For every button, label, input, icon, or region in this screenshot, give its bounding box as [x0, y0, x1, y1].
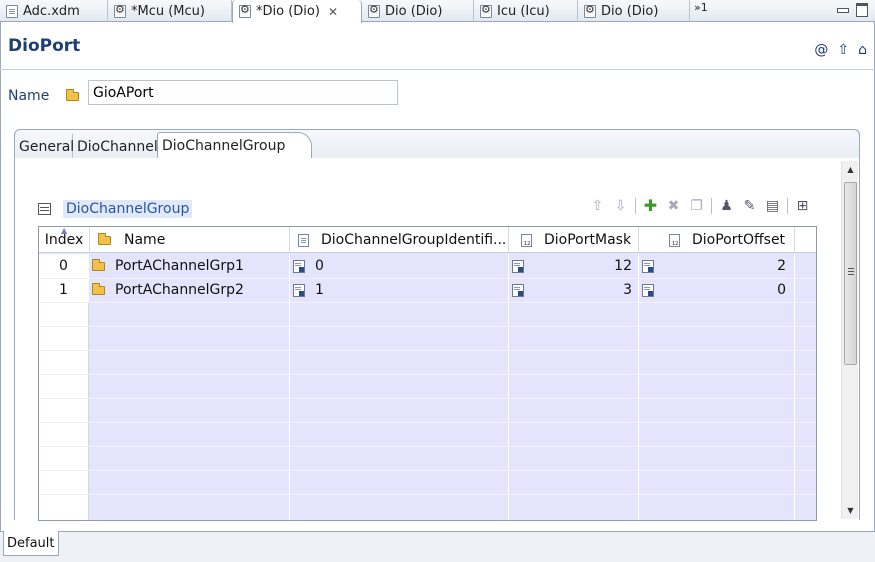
folder-icon: [66, 89, 79, 101]
config-icon: [480, 3, 492, 18]
row-portmask-cell[interactable]: 12: [509, 254, 639, 278]
page-title: DioPort: [8, 36, 81, 56]
close-icon[interactable]: ✕: [328, 5, 338, 19]
maximize-icon[interactable]: [855, 2, 869, 17]
table-row[interactable]: 0 PortAChannelGrp1 0 12 2: [39, 254, 816, 278]
folder-icon: [92, 258, 105, 271]
table-icon: [38, 203, 51, 215]
editor-window: Adc.xdm *Mcu (Mcu) *Dio (Dio) ✕ Dio (Dio…: [0, 0, 875, 562]
tab-label: *Mcu (Mcu): [131, 3, 205, 19]
row-name-cell[interactable]: PortAChannelGrp2: [90, 278, 290, 302]
tab-overflow-button[interactable]: »1: [694, 1, 708, 14]
user-icon[interactable]: ♟: [718, 197, 735, 214]
number-icon: [521, 233, 532, 247]
properties-icon[interactable]: ▤: [764, 197, 781, 214]
reference-icon: [512, 283, 524, 297]
row-index: 0: [39, 254, 89, 278]
tab-adc-xdm[interactable]: Adc.xdm: [0, 0, 108, 22]
arrow-up-icon[interactable]: ⇧: [837, 42, 849, 58]
row-identifier-cell[interactable]: 1: [290, 278, 509, 302]
bottom-tab-bar: [0, 531, 875, 562]
column-header-identifier[interactable]: DioChannelGroupIdentifi...: [290, 227, 509, 253]
tab-label: Adc.xdm: [23, 3, 80, 19]
tab-diochannel[interactable]: DioChannel: [73, 134, 158, 159]
sort-arrow-icon: ▲: [61, 227, 68, 235]
section-title[interactable]: DioChannelGroup: [63, 200, 193, 218]
table-toolbar: ⇧ ⇩ ✚ ✖ ❐ ♟ ✎ ▤ ⊞: [589, 196, 811, 215]
row-index: 1: [39, 278, 89, 302]
config-icon: [584, 3, 596, 18]
tab-label: Dio (Dio): [385, 3, 443, 19]
scroll-down-icon[interactable]: ▼: [842, 502, 859, 519]
scrollbar-thumb[interactable]: [844, 182, 857, 365]
header-divider: [0, 69, 875, 70]
config-icon: [368, 3, 380, 18]
row-portmask-cell[interactable]: 3: [509, 278, 639, 302]
reference-icon: [642, 283, 654, 297]
vertical-scrollbar[interactable]: ▲ ▼: [841, 161, 858, 519]
row-portoffset-cell[interactable]: 2: [639, 254, 795, 278]
table-row[interactable]: 1 PortAChannelGrp2 1 3 0: [39, 278, 816, 302]
column-header-name[interactable]: Name: [90, 227, 290, 253]
table-header: ▲ Index Name DioChannelGroupIdentifi... …: [39, 227, 816, 253]
edit-icon[interactable]: ✎: [741, 197, 758, 214]
row-identifier-cell[interactable]: 0: [290, 254, 509, 278]
column-header-portmask[interactable]: DioPortMask: [509, 227, 639, 253]
minimize-icon[interactable]: [835, 2, 849, 16]
tab-diochannelgroup[interactable]: DioChannelGroup: [157, 132, 293, 158]
folder-icon: [98, 232, 111, 245]
tab-default[interactable]: Default: [3, 531, 59, 556]
tab-icu[interactable]: Icu (Icu): [474, 0, 578, 22]
row-name-cell[interactable]: PortAChannelGrp1: [90, 254, 290, 278]
at-icon[interactable]: @: [814, 42, 828, 58]
tab-mcu[interactable]: *Mcu (Mcu): [108, 0, 232, 22]
tab-label: Dio (Dio): [601, 3, 659, 19]
dio-channel-group-table: ▲ Index Name DioChannelGroupIdentifi... …: [38, 226, 817, 521]
tab-label: Icu (Icu): [497, 3, 550, 19]
document-icon: [6, 4, 18, 18]
name-label: Name: [8, 88, 50, 104]
folder-icon: [92, 282, 105, 295]
column-header-portoffset[interactable]: DioPortOffset: [639, 227, 795, 253]
row-portoffset-cell[interactable]: 0: [639, 278, 795, 302]
scroll-up-icon[interactable]: ▲: [842, 161, 859, 178]
delete-icon[interactable]: ✖: [665, 197, 682, 214]
editor-tab-bar: Adc.xdm *Mcu (Mcu) *Dio (Dio) ✕ Dio (Dio…: [0, 0, 875, 23]
document-icon: [298, 233, 309, 247]
name-input[interactable]: [88, 80, 398, 105]
reference-icon: [293, 283, 305, 297]
copy-icon[interactable]: ❐: [688, 197, 705, 214]
tab-label: *Dio (Dio): [256, 4, 320, 19]
column-header-index[interactable]: ▲ Index: [39, 227, 90, 253]
import-icon[interactable]: ⊞: [794, 197, 811, 214]
add-icon[interactable]: ✚: [642, 196, 659, 215]
reference-icon: [642, 259, 654, 273]
config-icon: [114, 3, 126, 18]
reference-icon: [293, 259, 305, 273]
number-icon: [669, 233, 680, 247]
tab-dio-2[interactable]: Dio (Dio): [362, 0, 474, 22]
grip-icon: [848, 268, 854, 269]
tab-general[interactable]: General: [15, 134, 74, 159]
tab-dio-3[interactable]: Dio (Dio): [578, 0, 690, 22]
home-icon[interactable]: ⌂: [858, 42, 867, 58]
move-down-icon[interactable]: ⇩: [612, 197, 629, 214]
tab-dio-active[interactable]: *Dio (Dio) ✕: [232, 0, 362, 23]
move-up-icon[interactable]: ⇧: [589, 197, 606, 214]
config-icon: [239, 3, 251, 18]
reference-icon: [512, 259, 524, 273]
